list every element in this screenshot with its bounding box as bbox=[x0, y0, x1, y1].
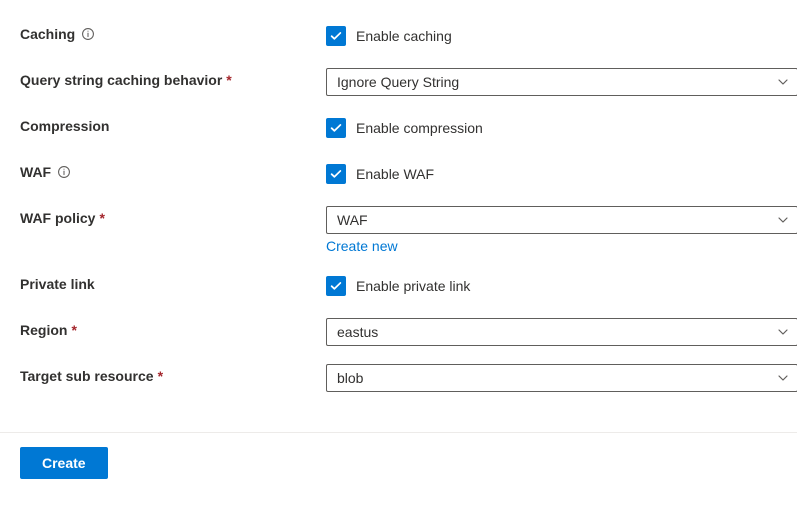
enable-private-link-label: Enable private link bbox=[356, 278, 470, 294]
info-icon[interactable] bbox=[57, 165, 71, 179]
chevron-down-icon bbox=[777, 326, 789, 338]
target-sub-resource-select[interactable]: blob bbox=[326, 364, 797, 392]
enable-caching-checkbox[interactable] bbox=[326, 26, 346, 46]
region-label: Region bbox=[20, 322, 67, 338]
enable-waf-checkbox[interactable] bbox=[326, 164, 346, 184]
info-icon[interactable] bbox=[81, 27, 95, 41]
compression-label: Compression bbox=[20, 118, 109, 134]
enable-private-link-checkbox[interactable] bbox=[326, 276, 346, 296]
caching-label: Caching bbox=[20, 26, 75, 42]
enable-compression-checkbox[interactable] bbox=[326, 118, 346, 138]
waf-policy-label: WAF policy bbox=[20, 210, 95, 226]
private-link-label: Private link bbox=[20, 276, 95, 292]
required-marker: * bbox=[158, 368, 163, 384]
region-value: eastus bbox=[337, 324, 378, 340]
query-string-caching-label: Query string caching behavior bbox=[20, 72, 222, 88]
query-string-caching-value: Ignore Query String bbox=[337, 74, 459, 90]
waf-policy-select[interactable]: WAF bbox=[326, 206, 797, 234]
chevron-down-icon bbox=[777, 372, 789, 384]
required-marker: * bbox=[71, 322, 76, 338]
enable-caching-label: Enable caching bbox=[356, 28, 452, 44]
enable-waf-label: Enable WAF bbox=[356, 166, 434, 182]
required-marker: * bbox=[99, 210, 104, 226]
waf-label: WAF bbox=[20, 164, 51, 180]
query-string-caching-select[interactable]: Ignore Query String bbox=[326, 68, 797, 96]
enable-compression-label: Enable compression bbox=[356, 120, 483, 136]
chevron-down-icon bbox=[777, 214, 789, 226]
required-marker: * bbox=[226, 72, 231, 88]
target-sub-resource-label: Target sub resource bbox=[20, 368, 154, 384]
target-sub-resource-value: blob bbox=[337, 370, 363, 386]
waf-policy-value: WAF bbox=[337, 212, 368, 228]
create-button[interactable]: Create bbox=[20, 447, 108, 479]
region-select[interactable]: eastus bbox=[326, 318, 797, 346]
chevron-down-icon bbox=[777, 76, 789, 88]
create-new-link[interactable]: Create new bbox=[326, 238, 398, 254]
